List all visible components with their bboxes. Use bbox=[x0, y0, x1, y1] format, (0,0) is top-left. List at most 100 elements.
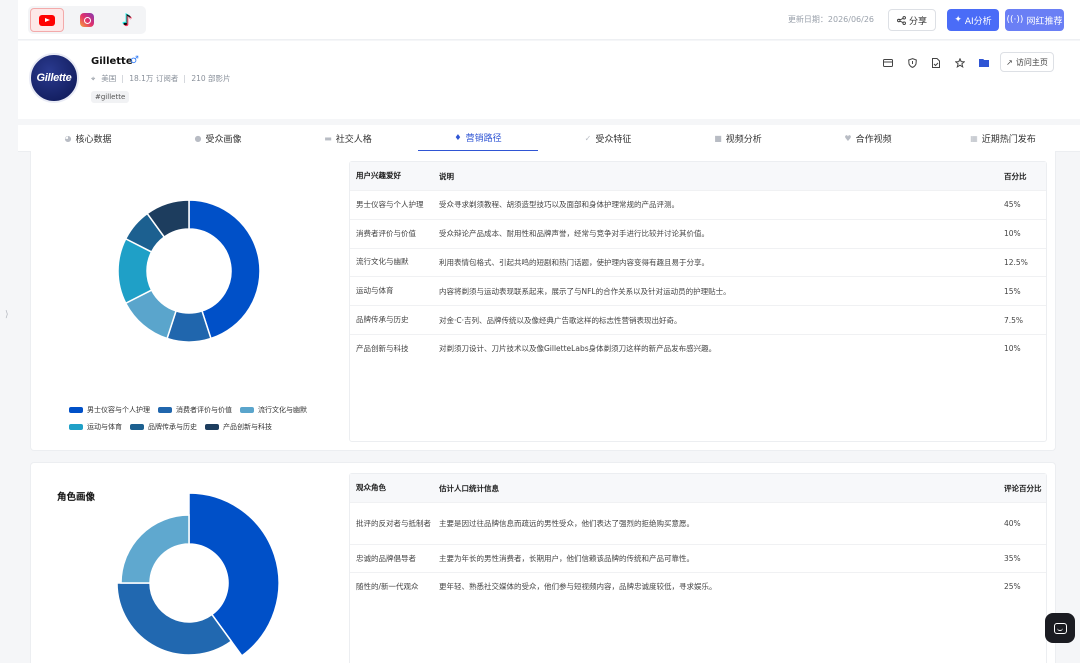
folder-icon[interactable] bbox=[972, 54, 996, 72]
share-label: 分享 bbox=[908, 16, 927, 27]
star-icon[interactable] bbox=[948, 54, 972, 72]
sparkle-icon: ✦ bbox=[954, 15, 962, 25]
tab-social-persona[interactable]: ▬ 社交人格 bbox=[298, 125, 398, 152]
table-row: 忠诚的品牌倡导者 主要为年长的男性消费者，长期用户，他们信赖该品牌的传统和产品可靠… bbox=[350, 544, 1046, 572]
legend-label: 消费者评价与价值 bbox=[176, 406, 232, 414]
cell-description: 受众寻求剃须教程、胡须造型技巧以及面部和身体护理常规的产品评测。 bbox=[439, 200, 679, 210]
header-comment-percent: 评论百分比 bbox=[1004, 483, 1042, 493]
header-description: 说明 bbox=[439, 171, 454, 181]
tiktok-icon: ♪ bbox=[122, 11, 132, 29]
cell-percent: 12.5% bbox=[1004, 257, 1028, 267]
cell-demographics: 更年轻、熟悉社交媒体的受众，他们参与短视频内容，品牌忠诚度较低，寻求娱乐。 bbox=[439, 582, 717, 591]
legend-swatch bbox=[158, 407, 172, 413]
cell-percent: 10% bbox=[1004, 344, 1021, 354]
cell-demographics: 主要是因过往品牌信息而疏远的男性受众，他们表达了强烈的拒绝购买意愿。 bbox=[439, 519, 694, 528]
tab-recent-hot-posts[interactable]: ▦ 近期热门发布 bbox=[948, 125, 1058, 152]
legend-swatch bbox=[240, 407, 254, 413]
donut-slice[interactable] bbox=[117, 582, 233, 656]
channel-name: Gillette bbox=[91, 56, 133, 67]
table-row: 批评的反对者与抵制者 主要是因过往品牌信息而疏远的男性受众，他们表达了强烈的拒绝购… bbox=[350, 502, 1046, 544]
avatar-logo-text: Gillette bbox=[36, 72, 72, 84]
cell-description: 对剃须刀设计、刀片技术以及像GilletteLabs身体剃须刀这样的新产品发布感… bbox=[439, 344, 717, 354]
platform-youtube-button[interactable] bbox=[30, 8, 64, 32]
location-pin-icon: ⌖ bbox=[91, 73, 96, 83]
cell-percent: 40% bbox=[1004, 519, 1021, 528]
legend-item[interactable]: 流行文化与幽默 bbox=[240, 405, 307, 415]
platform-instagram-button[interactable] bbox=[70, 8, 104, 32]
share-button[interactable]: 分享 bbox=[888, 9, 936, 31]
external-link-icon: ↗ bbox=[1006, 57, 1013, 67]
avatar: Gillette bbox=[29, 53, 79, 103]
location-icon: ♦ bbox=[454, 133, 462, 142]
legend-item[interactable]: 品牌传承与历史 bbox=[130, 422, 197, 432]
roles-title: 角色画像 bbox=[57, 492, 96, 503]
legend-item[interactable]: 产品创新与科技 bbox=[205, 422, 272, 432]
channel-videos: 210 部影片 bbox=[191, 74, 231, 83]
table-row: 男士仪容与个人护理 受众寻求剃须教程、胡须造型技巧以及面部和身体护理常规的产品评测… bbox=[350, 190, 1046, 219]
legend-label: 男士仪容与个人护理 bbox=[87, 406, 150, 414]
calendar-icon: ▦ bbox=[970, 134, 978, 143]
document-icon[interactable] bbox=[924, 54, 948, 72]
support-chat-button[interactable] bbox=[1045, 613, 1075, 643]
youtube-icon bbox=[39, 14, 55, 26]
cell-interest: 男士仪容与个人护理 bbox=[356, 199, 424, 209]
legend-item[interactable]: 消费者评价与价值 bbox=[158, 405, 232, 415]
broadcast-icon: ((·)) bbox=[1006, 15, 1024, 25]
heart-icon: ♥ bbox=[844, 134, 852, 143]
tab-audience-traits[interactable]: ✓ 受众特征 bbox=[558, 125, 658, 152]
tab-label: 视频分析 bbox=[725, 135, 762, 145]
tab-marketing-path[interactable]: ♦ 营销路径 bbox=[418, 125, 538, 152]
tab-label: 社交人格 bbox=[335, 135, 372, 145]
share-icon bbox=[897, 15, 906, 25]
tab-label: 营销路径 bbox=[465, 134, 502, 144]
video-icon: ■ bbox=[714, 134, 722, 143]
cell-role: 忠诚的品牌倡导者 bbox=[356, 553, 416, 563]
interests-legend: 男士仪容与个人护理 消费者评价与价值 流行文化与幽默运动与体育 品牌传承与历史 产品创新… bbox=[69, 405, 319, 432]
influencer-recommend-button[interactable]: ((·)) 网红推荐 bbox=[1005, 9, 1064, 31]
update-date: 更新日期：2026/06/26 bbox=[787, 15, 874, 24]
cell-interest: 运动与体育 bbox=[356, 286, 394, 296]
cell-description: 受众辩论产品成本、耐用性和品牌声誉，经常与竞争对手进行比较并讨论其价值。 bbox=[439, 229, 709, 239]
cell-demographics: 主要为年长的男性消费者，长期用户，他们信赖该品牌的传统和产品可靠性。 bbox=[439, 554, 694, 563]
visit-homepage-button[interactable]: ↗ 访问主页 bbox=[1000, 52, 1054, 72]
header-interest: 用户兴趣爱好 bbox=[356, 171, 401, 180]
tab-label: 受众特征 bbox=[595, 135, 632, 145]
cell-description: 对金·C·吉列、品牌传统以及像经典广告歌这样的标志性营销表现出好奇。 bbox=[439, 315, 682, 325]
interests-donut-chart bbox=[117, 199, 261, 343]
tab-core-data[interactable]: ◕ 核心数据 bbox=[38, 125, 138, 152]
user-icon: ● bbox=[194, 134, 202, 143]
profile-toolbar bbox=[876, 54, 996, 72]
legend-swatch bbox=[69, 424, 83, 430]
roles-table: 观众角色 估计人口统计信息 评论百分比 批评的反对者与抵制者 主要是因过往品牌信息… bbox=[349, 473, 1047, 663]
legend-item[interactable]: 运动与体育 bbox=[69, 422, 122, 432]
legend-label: 运动与体育 bbox=[87, 423, 122, 431]
platform-switcher: ♪ bbox=[28, 6, 146, 34]
ai-analysis-button[interactable]: ✦ AI分析 bbox=[947, 9, 999, 31]
tab-label: 合作视频 bbox=[855, 135, 892, 145]
table-row: 运动与体育 内容将剃须与运动表现联系起来，展示了与NFL的合作关系以及针对运动员的… bbox=[350, 276, 1046, 305]
card-icon[interactable] bbox=[876, 54, 900, 72]
sidebar-expand-icon[interactable]: ⟩ bbox=[5, 310, 9, 320]
tab-video-analysis[interactable]: ■ 视频分析 bbox=[688, 125, 788, 152]
tab-label: 受众画像 bbox=[205, 135, 242, 145]
table-row: 随性的/新一代观众 更年轻、熟悉社交媒体的受众，他们参与短视频内容，品牌忠诚度较低… bbox=[350, 572, 1046, 600]
channel-tag[interactable]: #gillette bbox=[91, 91, 130, 103]
donut-slice[interactable] bbox=[120, 514, 190, 584]
legend-swatch bbox=[130, 424, 144, 430]
tab-collab-videos[interactable]: ♥ 合作视频 bbox=[818, 125, 918, 152]
legend-swatch bbox=[205, 424, 219, 430]
interests-panel: 男士仪容与个人护理 消费者评价与价值 流行文化与幽默 运动与体育 品牌传承与历史 产品创新… bbox=[30, 151, 1056, 451]
tab-label: 近期热门发布 bbox=[981, 135, 1036, 145]
table-header: 观众角色 估计人口统计信息 评论百分比 bbox=[350, 474, 1046, 502]
shield-icon[interactable] bbox=[900, 54, 924, 72]
cell-percent: 45% bbox=[1004, 200, 1021, 210]
legend-item[interactable]: 男士仪容与个人护理 bbox=[69, 405, 150, 415]
tab-audience-profile[interactable]: ● 受众画像 bbox=[168, 125, 268, 152]
channel-meta: ⌖ 美国 18.1万 订阅者 210 部影片 bbox=[91, 73, 231, 84]
platform-tiktok-button[interactable]: ♪ bbox=[110, 8, 144, 32]
legend-swatch bbox=[69, 407, 83, 413]
check-icon: ✓ bbox=[584, 134, 592, 143]
interests-table: 用户兴趣爱好 说明 百分比 男士仪容与个人护理 受众寻求剃须教程、胡须造型技巧以及… bbox=[349, 161, 1047, 442]
cell-description: 内容将剃须与运动表现联系起来，展示了与NFL的合作关系以及针对运动员的护理贴士。 bbox=[439, 286, 731, 296]
cell-interest: 消费者评价与价值 bbox=[356, 228, 416, 238]
